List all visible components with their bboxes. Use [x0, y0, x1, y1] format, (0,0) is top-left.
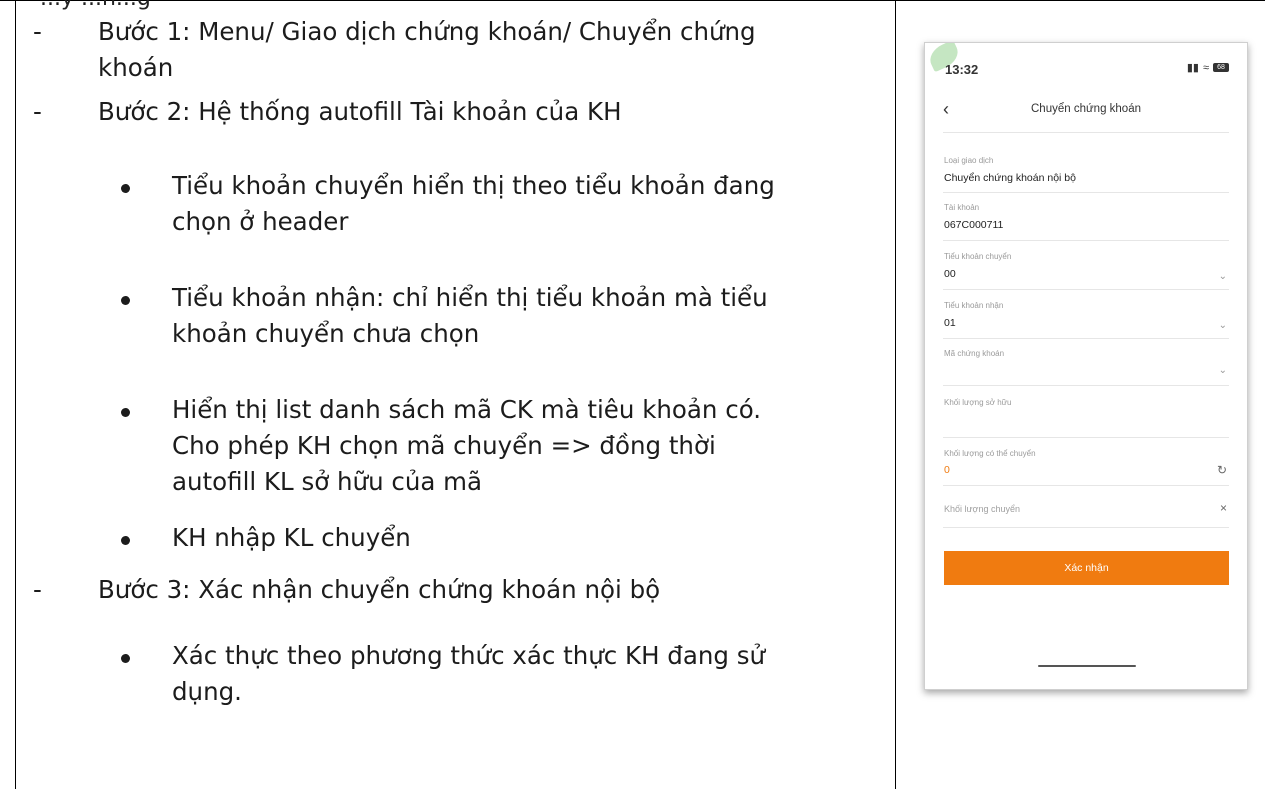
divider — [943, 527, 1229, 528]
dash-marker: - — [33, 17, 42, 46]
available-quantity-value: 0 — [944, 464, 950, 476]
bullet-4: KH nhập KL chuyển — [172, 523, 411, 552]
bullet-5-line-2: dụng. — [172, 677, 242, 706]
phone-screenshot: 13:32 ▮▮ ≈ 68 ‹ Chuyển chứng khoán Loại … — [924, 42, 1248, 690]
refresh-icon[interactable]: ↻ — [1217, 463, 1227, 477]
bullet-1-line-1: Tiểu khoản chuyển hiển thị theo tiểu kho… — [172, 171, 775, 200]
bullet-3-line-3: autofill KL sở hữu của mã — [172, 467, 483, 496]
signal-icon: ▮▮ — [1186, 62, 1199, 74]
divider — [943, 132, 1229, 133]
transaction-type-label: Loại giao dịch — [944, 156, 994, 165]
bullet-icon — [121, 296, 135, 310]
chevron-down-icon[interactable]: ⌄ — [1219, 320, 1227, 331]
account-value: 067C000711 — [944, 219, 1004, 231]
instruction-steps: - Bước 1: Menu/ Giao dịch chứng khoán/ C… — [0, 0, 890, 789]
dash-marker: - — [33, 97, 42, 126]
bullet-2-line-2: khoản chuyển chưa chọn — [172, 319, 480, 348]
symbol-select[interactable]: Mã chứng khoán — [944, 349, 1004, 358]
bullet-icon — [121, 536, 135, 550]
owned-quantity-label: Khối lượng sở hữu — [944, 398, 1012, 407]
step-2: Bước 2: Hệ thống autofill Tài khoản của … — [98, 97, 622, 126]
transaction-type-value[interactable]: Chuyển chứng khoán nội bộ — [944, 172, 1076, 184]
step-3: Bước 3: Xác nhận chuyển chứng khoán nội … — [98, 575, 661, 604]
bullet-icon — [121, 654, 135, 668]
screen-title: Chuyển chứng khoán — [1031, 103, 1141, 115]
bullet-3-line-2: Cho phép KH chọn mã chuyển => đồng thời — [172, 431, 716, 460]
battery-icon: 68 — [1213, 63, 1229, 72]
wifi-icon: ≈ — [1202, 61, 1209, 74]
available-quantity-label: Khối lượng có thể chuyển — [944, 449, 1036, 458]
account-label: Tài khoản — [944, 203, 980, 212]
dash-marker: - — [33, 575, 42, 604]
divider — [943, 240, 1229, 241]
divider — [943, 289, 1229, 290]
from-subaccount-select[interactable]: 00 — [944, 268, 956, 280]
bullet-icon — [121, 184, 135, 198]
bullet-icon — [121, 408, 135, 422]
chevron-down-icon[interactable]: ⌄ — [1219, 365, 1227, 376]
divider — [943, 338, 1229, 339]
divider — [943, 437, 1229, 438]
confirm-button[interactable]: Xác nhận — [944, 551, 1229, 585]
status-time: 13:32 — [945, 62, 979, 77]
bullet-3-line-1: Hiển thị list danh sách mã CK mà tiêu kh… — [172, 395, 762, 424]
divider — [943, 385, 1229, 386]
bullet-1-line-2: chọn ở header — [172, 207, 349, 236]
table-column-divider — [895, 0, 896, 789]
to-subaccount-label: Tiểu khoản nhận — [944, 301, 1004, 310]
step-1-line-2: khoán — [98, 53, 174, 82]
clear-icon[interactable]: × — [1220, 501, 1227, 515]
divider — [943, 485, 1229, 486]
status-bar-icons: ▮▮ ≈ 68 — [1187, 61, 1229, 74]
chevron-down-icon[interactable]: ⌄ — [1219, 271, 1227, 282]
bullet-5-line-1: Xác thực theo phương thức xác thực KH đa… — [172, 641, 766, 670]
transfer-quantity-input[interactable]: Khối lượng chuyển — [944, 504, 1020, 514]
to-subaccount-select[interactable]: 01 — [944, 317, 956, 329]
bullet-2-line-1: Tiểu khoản nhận: chỉ hiển thị tiểu khoản… — [172, 283, 768, 312]
from-subaccount-label: Tiểu khoản chuyển — [944, 252, 1012, 261]
divider — [943, 192, 1229, 193]
home-indicator — [1038, 665, 1136, 667]
step-1-line-1: Bước 1: Menu/ Giao dịch chứng khoán/ Chu… — [98, 17, 756, 46]
